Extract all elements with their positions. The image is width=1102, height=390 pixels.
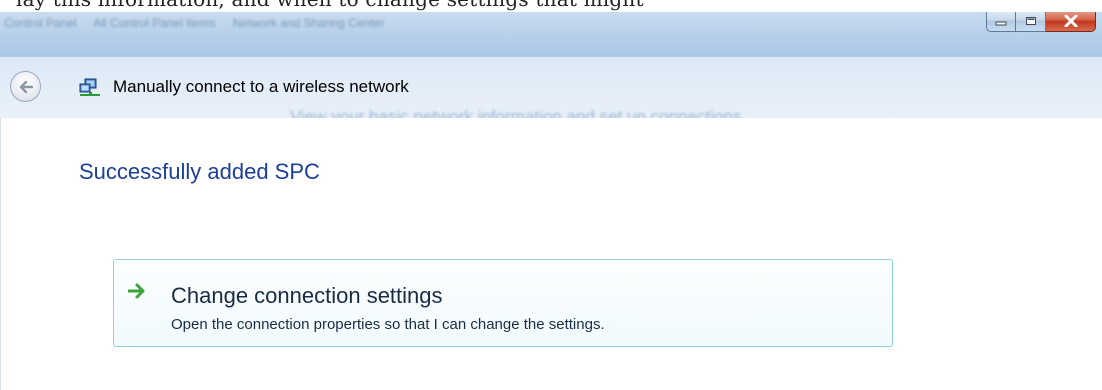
minimize-icon (995, 21, 1007, 25)
navigation-bar: Manually connect to a wireless network V… (0, 57, 1102, 126)
breadcrumb-item: All Control Panel Items (93, 16, 216, 30)
green-arrow-icon (128, 283, 145, 299)
breadcrumb: Control Panel All Control Panel Items Ne… (4, 16, 398, 30)
back-button[interactable] (10, 71, 41, 102)
background-caption-strip: lay this information, and when to change… (0, 0, 1102, 12)
command-title: Change connection settings (171, 283, 443, 308)
maximize-button[interactable] (1016, 12, 1046, 32)
close-icon (1064, 14, 1077, 27)
background-caption-text: lay this information, and when to change… (16, 0, 644, 11)
change-connection-settings-link[interactable]: Change connection settings Open the conn… (113, 259, 893, 347)
breadcrumb-item: Network and Sharing Center (232, 16, 385, 30)
wizard-content: Successfully added SPC Change connection… (0, 118, 1102, 390)
wireless-network-icon (79, 78, 100, 96)
maximize-icon (1025, 16, 1036, 25)
page-title: Successfully added SPC (79, 159, 320, 184)
wizard-title: Manually connect to a wireless network (113, 77, 409, 96)
window-controls (986, 12, 1096, 32)
breadcrumb-item: Control Panel (4, 16, 77, 30)
minimize-button[interactable] (986, 12, 1016, 32)
command-description: Open the connection properties so that I… (171, 316, 605, 333)
title-bar: Control Panel All Control Panel Items Ne… (0, 12, 1102, 57)
back-arrow-icon (19, 80, 33, 93)
close-button[interactable] (1046, 12, 1096, 32)
